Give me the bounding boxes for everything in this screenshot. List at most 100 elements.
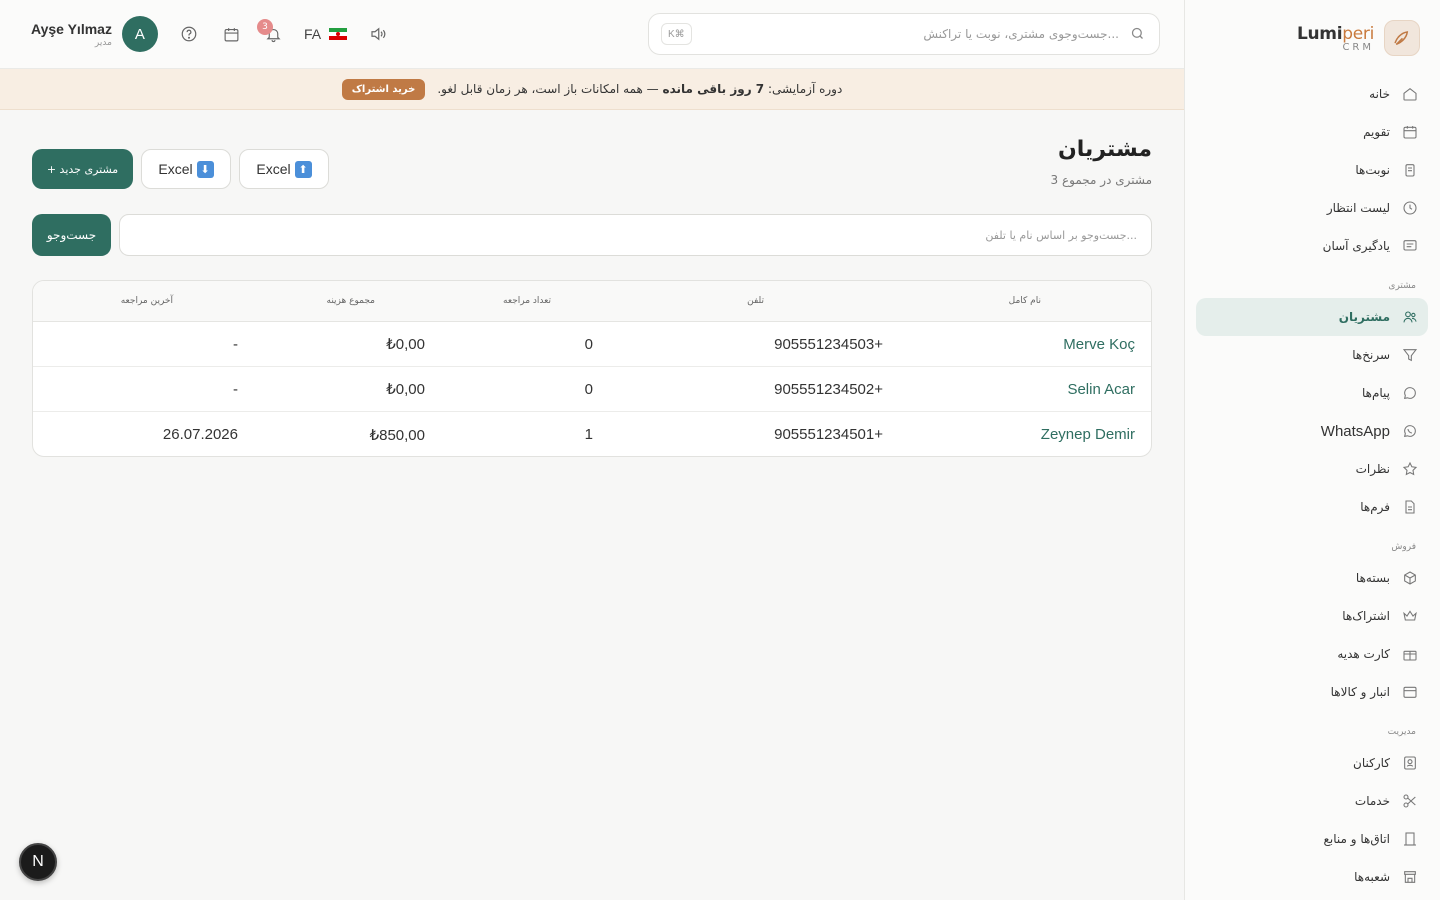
sidebar-item-waitlist[interactable]: لیست انتظار <box>1196 189 1428 227</box>
header-visits[interactable]: تعداد مراجعه <box>503 281 551 321</box>
crown-icon <box>1402 608 1418 624</box>
upload-arrow-icon: ⬆ <box>294 160 312 178</box>
brand-text: Lumiperi CRM <box>1297 24 1374 53</box>
customer-search-input[interactable]: جست‌وجو بر اساس نام یا تلفن... <box>119 214 1152 256</box>
user-name: Ayşe Yılmaz <box>31 20 112 37</box>
sidebar-item-packages[interactable]: بسته‌ها <box>1196 559 1428 597</box>
id-badge-icon <box>1402 755 1418 771</box>
customer-visits: 0 <box>584 335 593 353</box>
door-icon <box>1402 831 1418 847</box>
trial-banner: دوره آزمایشی: 7 روز باقی مانده — همه امک… <box>0 69 1184 110</box>
download-arrow-icon: ⬇ <box>196 160 214 178</box>
scissors-icon <box>1402 793 1418 809</box>
sidebar-item-label: کارکنان <box>1353 756 1390 770</box>
brand[interactable]: Lumiperi CRM <box>1297 20 1420 56</box>
top-icons: FA <box>178 20 389 48</box>
sidebar-item-rooms[interactable]: اتاق‌ها و منابع <box>1196 820 1428 858</box>
sidebar-item-messages[interactable]: پیام‌ها <box>1196 374 1428 412</box>
sidebar-item-label: تقویم <box>1363 125 1390 139</box>
header-spend[interactable]: مجموع هزینه <box>327 281 375 321</box>
customer-name-link[interactable]: Zeynep Demir <box>1041 412 1135 456</box>
calendar-icon[interactable] <box>220 20 242 48</box>
sidebar-item-label: کارت هدیه <box>1337 647 1390 661</box>
sidebar-item-label: شعبه‌ها <box>1354 870 1390 884</box>
table-header: نام کامل تلفن تعداد مراجعه مجموع هزینه آ… <box>33 281 1151 322</box>
notification-badge: 3 <box>257 19 273 35</box>
customer-visits: 1 <box>584 426 593 443</box>
box-icon <box>1402 570 1418 586</box>
sidebar-item-label: سرنخ‌ها <box>1352 348 1390 362</box>
sidebar-item-appointments[interactable]: نوبت‌ها <box>1196 151 1428 189</box>
search-icon <box>1130 26 1145 45</box>
gift-icon <box>1402 646 1418 662</box>
import-excel-button[interactable]: Excel ⬆ <box>239 149 329 189</box>
topbar: Ayşe Yılmaz مدیر A FA 3 K⌘ جست‌وجوی مشتر… <box>0 0 1184 69</box>
speaker-icon[interactable] <box>367 20 389 48</box>
language-code: FA <box>304 26 322 42</box>
sidebar-item-label: یادگیری آسان <box>1322 239 1390 253</box>
header-last-visit[interactable]: آخرین مراجعه <box>121 281 173 321</box>
customer-last-visit: 26.07.2026 <box>162 426 238 443</box>
customer-spend: ₺0,00 <box>386 336 425 353</box>
sidebar-item-label: نظرات <box>1355 462 1390 476</box>
sidebar-item-staff[interactable]: کارکنان <box>1196 744 1428 782</box>
help-icon[interactable] <box>178 20 200 48</box>
sidebar-item-forms[interactable]: فرم‌ها <box>1196 488 1428 526</box>
section-sales: فروش <box>1391 542 1416 552</box>
sidebar-item-home[interactable]: خانه <box>1196 75 1428 113</box>
banner-text: دوره آزمایشی: 7 روز باقی مانده — همه امک… <box>437 82 843 96</box>
table-row[interactable]: Selin Acar 905551234502+ 0 ₺0,00 - <box>33 367 1151 412</box>
sidebar-item-label: اتاق‌ها و منابع <box>1323 832 1390 846</box>
sidebar-item-leads[interactable]: سرنخ‌ها <box>1196 336 1428 374</box>
dev-tools-badge[interactable]: N <box>19 843 57 881</box>
sidebar-item-services[interactable]: خدمات <box>1196 782 1428 820</box>
funnel-icon <box>1402 347 1418 363</box>
customer-phone: 905551234501+ <box>774 426 883 443</box>
sidebar-item-label: اشتراک‌ها <box>1342 609 1390 623</box>
customer-name-link[interactable]: Merve Koç <box>1063 322 1135 366</box>
search-button[interactable]: جست‌وجو <box>32 214 111 256</box>
sidebar-item-inventory[interactable]: انبار و کالاها <box>1196 673 1428 711</box>
user-role: مدیر <box>94 37 112 48</box>
user-info: Ayşe Yılmaz مدیر <box>31 21 112 48</box>
store-icon <box>1402 869 1418 885</box>
sidebar-item-reviews[interactable]: نظرات <box>1196 450 1428 488</box>
user-menu[interactable]: Ayşe Yılmaz مدیر A <box>31 16 158 52</box>
customer-spend: ₺850,00 <box>369 426 425 444</box>
sidebar-item-learning[interactable]: یادگیری آسان <box>1196 227 1428 265</box>
customer-name-link[interactable]: Selin Acar <box>1067 367 1135 411</box>
new-customer-button[interactable]: + مشتری جدید <box>32 149 133 189</box>
leaf-logo-icon <box>1384 20 1420 56</box>
section-customer: مشتری <box>1388 281 1416 291</box>
avatar[interactable]: A <box>121 16 158 52</box>
message-square-icon <box>1402 238 1418 254</box>
header-name[interactable]: نام کامل <box>1009 281 1041 321</box>
sidebar-item-whatsapp[interactable]: WhatsApp <box>1196 412 1428 450</box>
sidebar-item-label: فرم‌ها <box>1360 500 1390 514</box>
global-search[interactable]: K⌘ جست‌وجوی مشتری، نوبت یا تراکنش... <box>648 13 1160 55</box>
sidebar-item-calendar[interactable]: تقویم <box>1196 113 1428 151</box>
sidebar-item-customers[interactable]: مشتریان <box>1196 298 1428 336</box>
customer-last-visit: - <box>233 380 238 398</box>
star-icon <box>1402 461 1418 477</box>
buy-subscription-button[interactable]: خرید اشتراک <box>341 78 426 100</box>
sidebar-item-label: پیام‌ها <box>1361 386 1390 400</box>
customer-phone: 905551234502+ <box>774 380 883 398</box>
sidebar-item-label: لیست انتظار <box>1326 201 1390 215</box>
sidebar-item-gift-card[interactable]: کارت هدیه <box>1196 635 1428 673</box>
clipboard-icon <box>1402 162 1418 178</box>
sidebar-item-label: خدمات <box>1354 794 1390 808</box>
sidebar-item-subscriptions[interactable]: اشتراک‌ها <box>1196 597 1428 635</box>
table-row[interactable]: Zeynep Demir 905551234501+ 1 ₺850,00 26.… <box>33 412 1151 456</box>
language-switcher[interactable]: FA <box>304 26 348 42</box>
section-admin: مدیریت <box>1387 727 1416 737</box>
table-row[interactable]: Merve Koç 905551234503+ 0 ₺0,00 - <box>33 322 1151 367</box>
search-shortcut: K⌘ <box>661 23 692 45</box>
sidebar-item-label: مشتریان <box>1338 310 1390 324</box>
sidebar-item-label: خانه <box>1369 87 1390 101</box>
header-phone[interactable]: تلفن <box>747 281 764 321</box>
users-icon <box>1402 309 1418 325</box>
export-excel-button[interactable]: Excel ⬇ <box>141 149 231 189</box>
home-icon <box>1402 86 1418 102</box>
sidebar-item-branches[interactable]: شعبه‌ها <box>1196 858 1428 896</box>
